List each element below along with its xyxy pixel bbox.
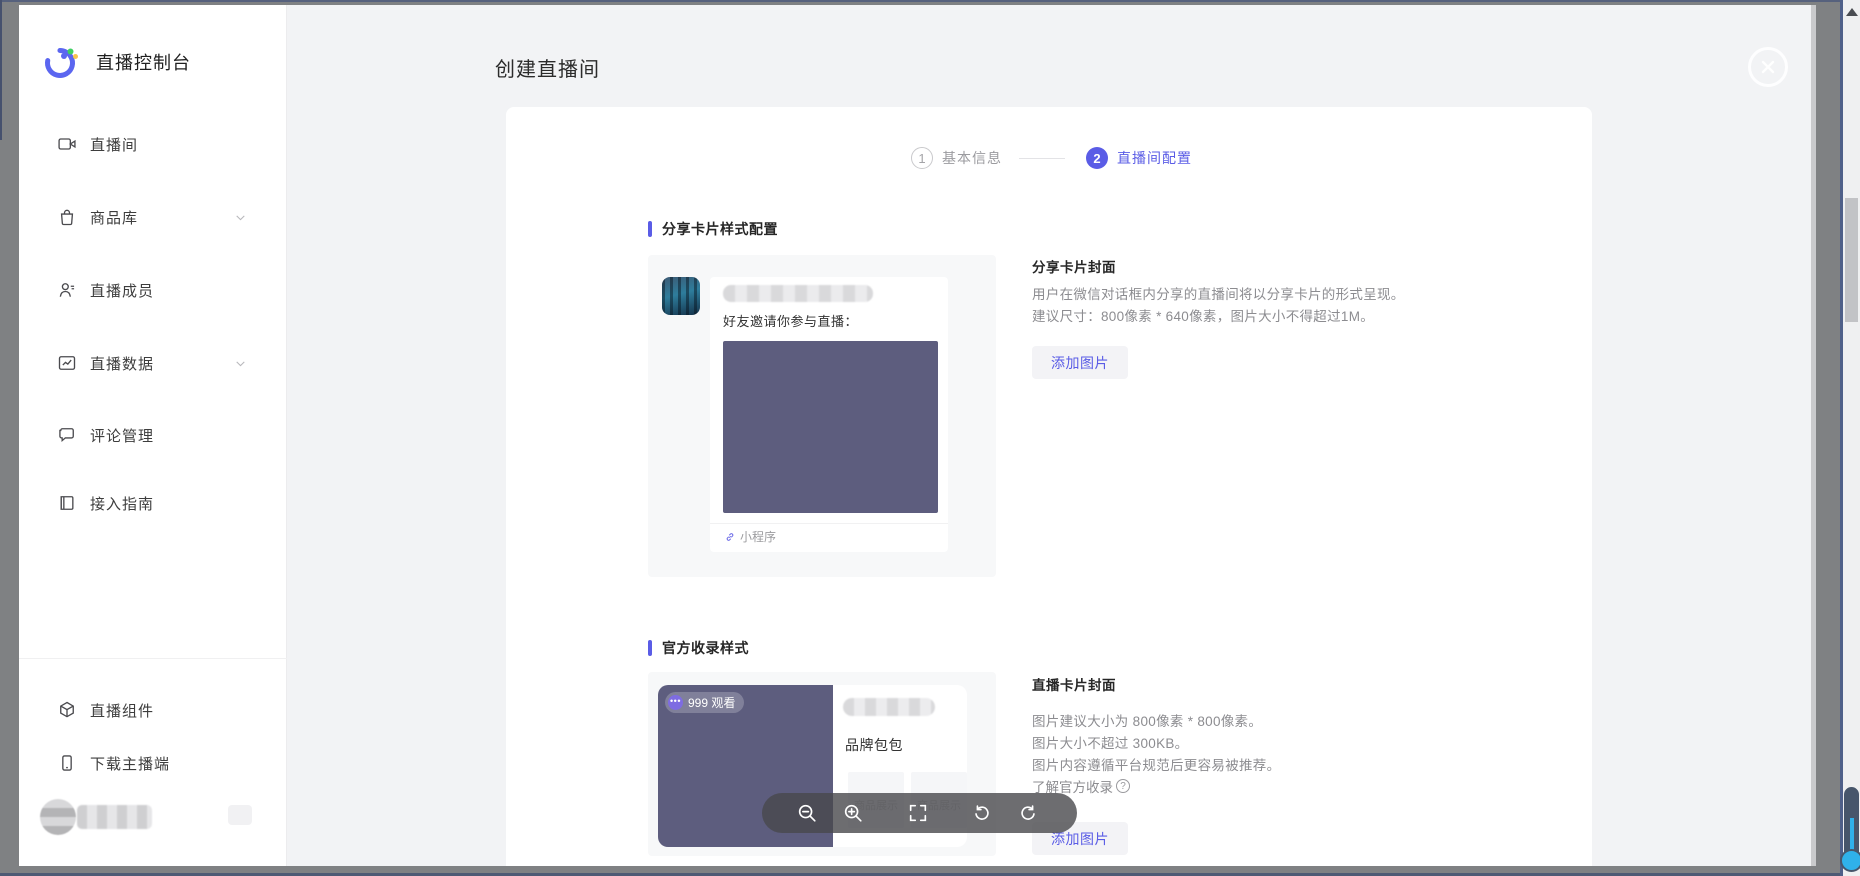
book-icon	[57, 493, 77, 513]
live-cover-desc-line3: 图片内容遵循平台规范后更容易被推荐。	[1032, 754, 1280, 774]
step-label: 基本信息	[942, 148, 1002, 168]
chat-avatar-image	[662, 277, 700, 315]
sidebar-item-label: 商品库	[90, 207, 138, 228]
mini-program-label: 小程序	[740, 528, 776, 545]
page-title: 创建直播间	[495, 53, 600, 82]
add-share-image-button[interactable]: 添加图片	[1032, 346, 1128, 379]
sidebar-item-live-members[interactable]: 直播成员	[57, 270, 267, 310]
sidebar-item-label: 下载主播端	[90, 753, 170, 774]
live-cover-title: 直播卡片封面	[1032, 674, 1116, 694]
close-icon	[1760, 59, 1776, 75]
screenshot-frame: 直播控制台 直播间 商品库 直播成员	[0, 0, 1860, 876]
section-accent-bar	[648, 221, 652, 237]
sidebar-item-label: 直播数据	[90, 353, 154, 374]
app-window: 直播控制台 直播间 商品库 直播成员	[19, 5, 1811, 866]
section-accent-bar	[648, 640, 652, 656]
create-live-room-modal: 1 基本信息 2 直播间配置 分享卡片样式配置 好友邀请你参与直播：	[506, 107, 1592, 866]
invite-text: 好友邀请你参与直播：	[723, 311, 858, 330]
share-card-bubble: 好友邀请你参与直播： 小程序	[710, 277, 948, 552]
step-room-config[interactable]: 2 直播间配置	[1086, 147, 1192, 169]
cube-icon	[57, 700, 77, 720]
bubble-divider	[710, 523, 948, 524]
scrollbar-track[interactable]	[1843, 0, 1860, 876]
image-preview-toolbar	[762, 793, 1077, 833]
share-card-cover-placeholder	[723, 341, 938, 513]
chart-icon	[57, 353, 77, 373]
person-icon	[57, 280, 77, 300]
zoom-in-icon[interactable]	[842, 802, 864, 824]
shopping-bag-icon	[57, 207, 77, 227]
viewer-count-text: 999 观看	[688, 694, 735, 711]
viewer-count-badge: ••• 999 观看	[665, 692, 744, 713]
official-listing-section-header: 官方收录样式	[648, 638, 749, 658]
live-dots-icon: •••	[668, 695, 683, 710]
step-connector	[1019, 158, 1065, 159]
step-basic-info[interactable]: 1 基本信息	[911, 147, 1002, 169]
app-title: 直播控制台	[96, 49, 191, 75]
live-console-logo-icon	[42, 43, 80, 81]
stylus-cursor-tip	[1840, 849, 1860, 872]
sidebar-item-comment-management[interactable]: 评论管理	[57, 415, 267, 455]
section-title: 分享卡片样式配置	[662, 219, 778, 239]
share-card-preview-panel: 好友邀请你参与直播： 小程序	[648, 255, 996, 577]
live-cover-desc-line1: 图片建议大小为 800像素 * 800像素。	[1032, 710, 1262, 730]
chat-name-redacted	[723, 285, 873, 302]
sidebar-item-live-room[interactable]: 直播间	[57, 124, 267, 164]
sidebar-item-integration-guide[interactable]: 接入指南	[57, 483, 267, 523]
step-number: 1	[911, 147, 933, 169]
chevron-down-icon	[234, 211, 247, 224]
share-cover-title: 分享卡片封面	[1032, 256, 1116, 276]
phone-icon	[57, 753, 77, 773]
sidebar-item-label: 评论管理	[90, 425, 154, 446]
sidebar-divider	[19, 658, 287, 659]
sidebar-item-live-data[interactable]: 直播数据	[57, 343, 267, 383]
share-cover-desc-line1: 用户在微信对话框内分享的直播间将以分享卡片的形式呈现。	[1032, 283, 1405, 303]
sidebar-item-product-library[interactable]: 商品库	[57, 197, 267, 237]
share-cover-desc-line2: 建议尺寸：800像素 * 640像素，图片大小不得超过1M。	[1032, 305, 1374, 325]
mini-program-footer: 小程序	[724, 528, 776, 545]
sidebar-item-live-components[interactable]: 直播组件	[57, 690, 267, 730]
sidebar-item-label: 接入指南	[90, 493, 154, 514]
window-frame-top	[0, 0, 1860, 2]
rotate-right-icon[interactable]	[1017, 802, 1039, 824]
scrollbar-up-arrow[interactable]	[1846, 8, 1858, 16]
live-cover-desc-line2: 图片大小不超过 300KB。	[1032, 732, 1188, 752]
user-avatar[interactable]	[40, 799, 76, 835]
step-number: 2	[1086, 147, 1108, 169]
user-name-redacted	[77, 805, 152, 829]
sidebar-item-label: 直播间	[90, 134, 138, 155]
question-circle-icon: ?	[1116, 779, 1130, 793]
scrollbar-thumb[interactable]	[1845, 198, 1858, 322]
section-title: 官方收录样式	[662, 638, 749, 658]
zoom-out-icon[interactable]	[796, 802, 818, 824]
share-card-section-header: 分享卡片样式配置	[648, 219, 778, 239]
step-label: 直播间配置	[1117, 148, 1192, 168]
account-name-redacted	[843, 698, 935, 716]
chevron-down-icon	[234, 357, 247, 370]
user-badge-redacted	[228, 805, 252, 825]
inner-scroll-gutter	[1811, 5, 1816, 866]
step-indicator: 1 基本信息 2 直播间配置	[506, 147, 1592, 171]
video-camera-icon	[57, 134, 77, 154]
window-frame-left	[0, 0, 2, 140]
mini-program-link-icon	[724, 531, 736, 543]
app-logo-row: 直播控制台	[42, 43, 191, 81]
comment-bubble-icon	[57, 425, 77, 445]
close-button[interactable]	[1748, 47, 1788, 87]
product-name: 品牌包包	[845, 735, 903, 755]
fullscreen-icon[interactable]	[907, 802, 929, 824]
sidebar-item-label: 直播成员	[90, 280, 154, 301]
sidebar-item-download-anchor-app[interactable]: 下载主播端	[57, 743, 267, 783]
rotate-left-icon[interactable]	[971, 802, 993, 824]
sidebar-item-label: 直播组件	[90, 700, 154, 721]
sidebar: 直播控制台 直播间 商品库 直播成员	[19, 5, 287, 866]
